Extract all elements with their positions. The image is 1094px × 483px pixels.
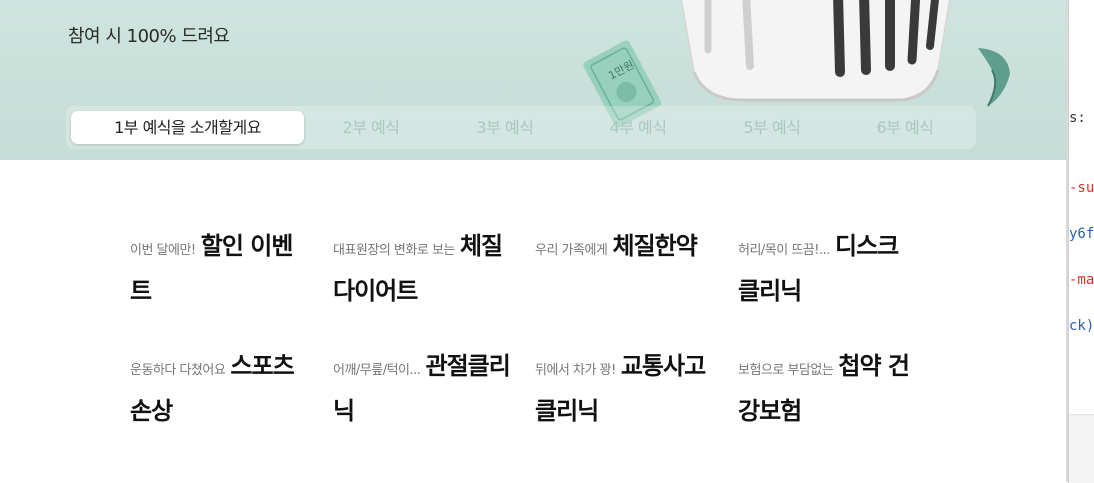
card-herbal-medicine[interactable]: 우리 가족에게 체질한약 (535, 226, 713, 271)
card-pre-text: 이번 달에만! (130, 243, 196, 258)
code-line: y6f} (1069, 226, 1094, 242)
code-line: -ma (1069, 272, 1094, 288)
card-pre-text: 대표원장의 변화로 보는 (333, 243, 455, 258)
card-traffic-accident[interactable]: 뒤에서 차가 꽝! 교통사고 클리닉 (535, 346, 713, 434)
card-pre-text: 운동하다 다쳤어요 (130, 363, 226, 378)
basket-illustration (680, 0, 951, 102)
card-pre-text: 허리/목이 뜨끔!... (738, 243, 830, 258)
devtools-code-panel: s: ( -sul y6f} -ma ck) (1068, 0, 1094, 414)
card-pre-text: 우리 가족에게 (535, 243, 608, 258)
hero-banner: 참여 시 100% 드려요 1만원 1부 예식을 소개할게요 2부 예식 3부 … (0, 0, 1068, 160)
hero-subtitle: 참여 시 100% 드려요 (68, 26, 230, 47)
card-title: 체질한약 (612, 232, 698, 260)
code-line: -sul (1069, 180, 1094, 196)
tab-part-4[interactable]: 4부 예식 (573, 111, 703, 144)
ceremony-tabs: 1부 예식을 소개할게요 2부 예식 3부 예식 4부 예식 5부 예식 6부 … (66, 106, 976, 149)
tab-part-5[interactable]: 5부 예식 (707, 111, 837, 144)
card-disc-clinic[interactable]: 허리/목이 뜨끔!... 디스크클리닉 (738, 226, 916, 314)
card-pre-text: 보험으로 부담없는 (738, 363, 834, 378)
card-joint-clinic[interactable]: 어깨/무릎/턱이... 관절클리닉 (333, 346, 511, 434)
card-discount-event[interactable]: 이번 달에만! 할인 이벤트 (130, 226, 308, 314)
leaf-decoration (978, 48, 1010, 107)
card-constitution-diet[interactable]: 대표원장의 변화로 보는 체질 다이어트 (333, 226, 511, 314)
card-pre-text: 어깨/무릎/턱이... (333, 363, 421, 378)
tab-part-2[interactable]: 2부 예식 (306, 111, 436, 144)
card-sports-injury[interactable]: 운동하다 다쳤어요 스포츠손상 (130, 346, 308, 434)
devtools-bottom-area (1068, 414, 1094, 483)
code-line: ck) (1069, 318, 1094, 334)
tab-part-6[interactable]: 6부 예식 (840, 111, 970, 144)
tab-part-3[interactable]: 3부 예식 (440, 111, 570, 144)
card-pre-text: 뒤에서 차가 꽝! (535, 363, 616, 378)
card-herbal-insurance[interactable]: 보험으로 부담없는 첩약 건강보험 (738, 346, 916, 434)
code-line: s: ( (1069, 110, 1094, 126)
tab-part-1[interactable]: 1부 예식을 소개할게요 (71, 111, 304, 144)
